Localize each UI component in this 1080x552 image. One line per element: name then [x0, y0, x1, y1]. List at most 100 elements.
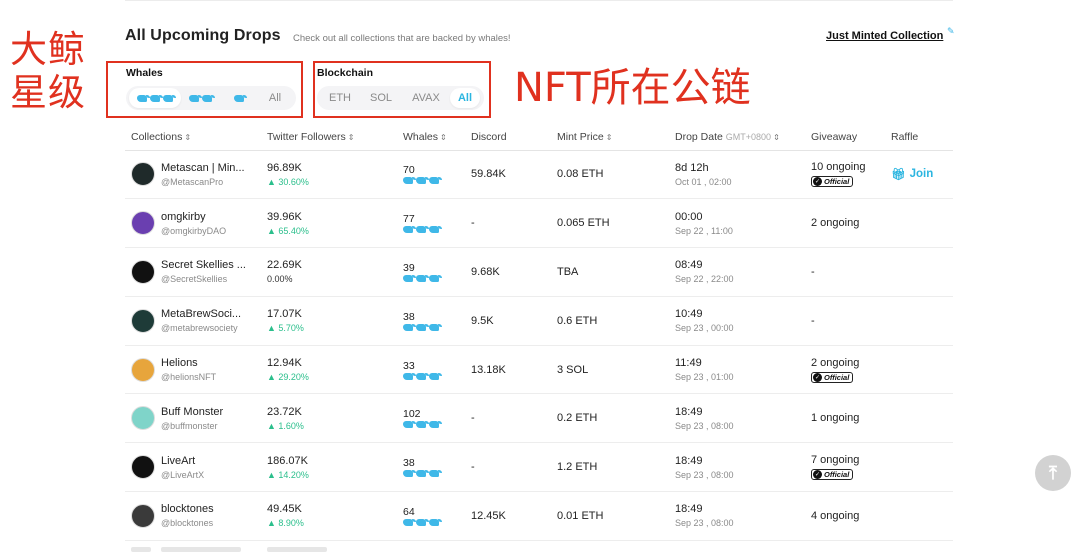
cell-collection[interactable]: Secret Skellies ... @SecretSkellies	[125, 247, 261, 297]
whales-count: 38	[403, 457, 415, 470]
table-row[interactable]: Metascan | Min... @MetascanPro 96.89K ▲ 30.…	[125, 150, 953, 200]
cell-whales: 38	[397, 442, 465, 493]
col-whales-label: Whales	[403, 130, 439, 143]
avatar	[131, 308, 155, 333]
followers-delta: ▲ 65.40%	[267, 225, 309, 236]
table-row[interactable]: blocktones @blocktones 49.45K ▲ 8.90% 64 12.4…	[125, 491, 953, 541]
cell-collection[interactable]: LiveArt @LiveArtX	[125, 442, 261, 493]
cell-collection[interactable]: blocktones @blocktones	[125, 491, 261, 541]
drop-date: Sep 23 , 08:00	[675, 420, 734, 431]
whales-count: 33	[403, 359, 415, 372]
col-mint-price[interactable]: Mint Price ⇕	[551, 124, 669, 151]
table-row[interactable]: omgkirby @omgkirbyDAO 39.96K ▲ 65.40% 77 - 0.0…	[125, 198, 953, 249]
whale-icon	[136, 94, 150, 102]
cell-mint-price: 0.6 ETH	[551, 296, 669, 346]
chain-filter-all[interactable]: All	[450, 88, 480, 108]
giveaway-status[interactable]: -	[811, 266, 885, 278]
drop-countdown: 00:00	[675, 210, 703, 223]
whale-icon	[403, 518, 416, 526]
drop-countdown: 18:49	[675, 454, 703, 467]
cell-raffle	[885, 247, 953, 297]
whale-icon	[202, 94, 215, 102]
gift-icon: 🎁︎	[891, 169, 906, 182]
join-raffle-button[interactable]: 🎁︎ Join	[891, 167, 953, 181]
whales-filter-2[interactable]	[181, 88, 221, 108]
collection-name[interactable]: Metascan | Min...	[161, 162, 245, 174]
collection-name[interactable]: Helions	[161, 357, 216, 369]
collection-name[interactable]: Buff Monster	[161, 406, 223, 418]
cell-giveaway[interactable]: 2 ongoing	[805, 198, 885, 249]
drops-table: Collections ⇕ Twitter Followers ⇕ Whales ⇕ …	[125, 124, 953, 541]
table-row[interactable]: Secret Skellies ... @SecretSkellies 22.69K…	[125, 247, 953, 297]
cell-giveaway[interactable]: -	[805, 247, 885, 297]
official-badge: ✓ Official	[811, 469, 854, 481]
cell-collection[interactable]: Metascan | Min... @MetascanPro	[125, 150, 261, 200]
whale-icon-group	[403, 421, 465, 429]
whale-icon-group	[136, 94, 176, 102]
cell-giveaway[interactable]: 1 ongoing	[805, 393, 885, 444]
table-row[interactable]: MetaBrewSoci... @metabrewsociety 17.07K ▲ 5…	[125, 296, 953, 346]
whale-icon	[429, 323, 442, 331]
cell-collection[interactable]: omgkirby @omgkirbyDAO	[125, 198, 261, 249]
table-row[interactable]: Helions @helionsNFT 12.94K ▲ 29.20% 33 13.18K…	[125, 345, 953, 395]
whale-icon-group	[403, 274, 465, 282]
followers-delta: ▲ 5.70%	[267, 323, 304, 334]
col-whales[interactable]: Whales ⇕	[397, 124, 465, 151]
table-row[interactable]: Buff Monster @buffmonster 23.72K ▲ 1.60% 102…	[125, 393, 953, 444]
chain-filter-eth[interactable]: ETH	[320, 88, 360, 108]
collection-name[interactable]: MetaBrewSoci...	[161, 308, 241, 320]
giveaway-status[interactable]: 2 ongoing	[811, 217, 885, 229]
collection-name[interactable]: omgkirby	[161, 211, 226, 223]
col-collections[interactable]: Collections ⇕	[125, 124, 261, 151]
whales-filter-1[interactable]	[221, 88, 257, 108]
whale-icon-group	[403, 372, 465, 380]
whale-icon	[429, 421, 442, 429]
cell-collection[interactable]: MetaBrewSoci... @metabrewsociety	[125, 296, 261, 346]
cell-giveaway[interactable]: 10 ongoing ✓ Official	[805, 150, 885, 200]
followers-count: 96.89K	[267, 161, 302, 174]
giveaway-status[interactable]: 10 ongoing	[811, 161, 885, 173]
discord-count: 13.18K	[471, 363, 506, 376]
whales-filter-all[interactable]: All	[257, 88, 293, 108]
cell-discord: 9.68K	[465, 247, 551, 297]
check-icon: ✓	[813, 177, 822, 187]
whales-count: 77	[403, 213, 415, 226]
followers-delta: ▲ 1.60%	[267, 420, 304, 431]
cell-giveaway[interactable]: 2 ongoing ✓ Official	[805, 345, 885, 395]
collection-name[interactable]: Secret Skellies ...	[161, 259, 246, 271]
col-twitter[interactable]: Twitter Followers ⇕	[261, 124, 397, 151]
giveaway-status[interactable]: 2 ongoing	[811, 357, 885, 369]
cell-giveaway[interactable]: 4 ongoing	[805, 491, 885, 541]
col-collections-label: Collections	[131, 130, 183, 143]
collection-name[interactable]: blocktones	[161, 503, 214, 515]
cell-giveaway[interactable]: 7 ongoing ✓ Official	[805, 442, 885, 493]
scroll-to-top-button[interactable]: ⤒	[1035, 455, 1071, 491]
cell-collection[interactable]: Helions @helionsNFT	[125, 345, 261, 395]
giveaway-status[interactable]: 4 ongoing	[811, 510, 885, 522]
mint-price: TBA	[557, 265, 579, 278]
cell-mint-price: 0.2 ETH	[551, 393, 669, 444]
whale-icon	[403, 226, 416, 234]
col-mint-price-label: Mint Price	[557, 130, 604, 143]
giveaway-status[interactable]: -	[811, 315, 885, 327]
table-row[interactable]: LiveArt @LiveArtX 186.07K ▲ 14.20% 38 - 1.2 ET…	[125, 442, 953, 493]
chain-filter-avax[interactable]: AVAX	[402, 88, 450, 108]
collection-handle: @metabrewsociety	[161, 323, 238, 334]
discord-count: 59.84K	[471, 168, 506, 181]
collection-name[interactable]: LiveArt	[161, 455, 204, 467]
giveaway-status[interactable]: 1 ongoing	[811, 412, 885, 424]
blockchain-filter-label: Blockchain	[317, 67, 374, 79]
col-drop-date[interactable]: Drop Date GMT+0800 ⇕	[669, 124, 805, 151]
cell-drop-date: 10:49 Sep 23 , 00:00	[669, 296, 805, 346]
just-minted-link[interactable]: Just Minted Collection	[826, 30, 943, 42]
giveaway-status[interactable]: 7 ongoing	[811, 454, 885, 466]
cell-discord: 12.45K	[465, 491, 551, 541]
chain-filter-sol[interactable]: SOL	[360, 88, 402, 108]
cell-giveaway[interactable]: -	[805, 296, 885, 346]
drop-countdown: 08:49	[675, 259, 703, 272]
drop-date: Sep 22 , 11:00	[675, 225, 733, 236]
followers-count: 186.07K	[267, 454, 308, 467]
whale-icon-group	[403, 226, 465, 234]
whales-filter-3[interactable]	[129, 88, 181, 108]
cell-collection[interactable]: Buff Monster @buffmonster	[125, 393, 261, 444]
